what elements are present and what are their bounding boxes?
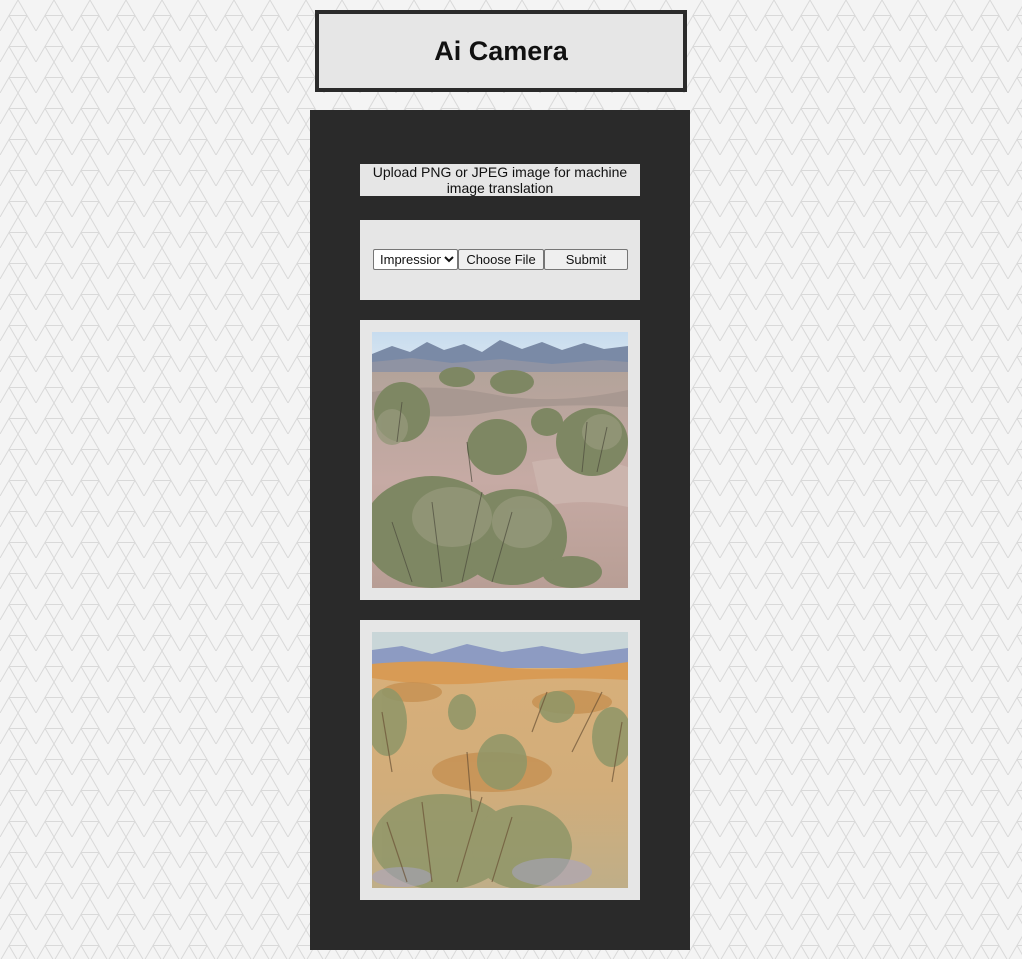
main-panel: Upload PNG or JPEG image for machine ima… bbox=[310, 110, 690, 950]
output-impressionist-painting bbox=[372, 632, 628, 888]
input-desert-photo bbox=[372, 332, 628, 588]
choose-file-button[interactable]: Choose File bbox=[458, 249, 544, 270]
input-image-frame bbox=[360, 320, 640, 600]
style-select[interactable]: Impressionism bbox=[373, 249, 458, 270]
upload-instructions: Upload PNG or JPEG image for machine ima… bbox=[360, 164, 640, 196]
upload-form: Impressionism Choose File Submit bbox=[360, 220, 640, 300]
page-title: Ai Camera bbox=[434, 35, 568, 66]
upload-instructions-text: Upload PNG or JPEG image for machine ima… bbox=[372, 164, 628, 196]
output-image-frame bbox=[360, 620, 640, 900]
submit-button[interactable]: Submit bbox=[544, 249, 628, 270]
header-banner: Ai Camera bbox=[315, 10, 687, 92]
